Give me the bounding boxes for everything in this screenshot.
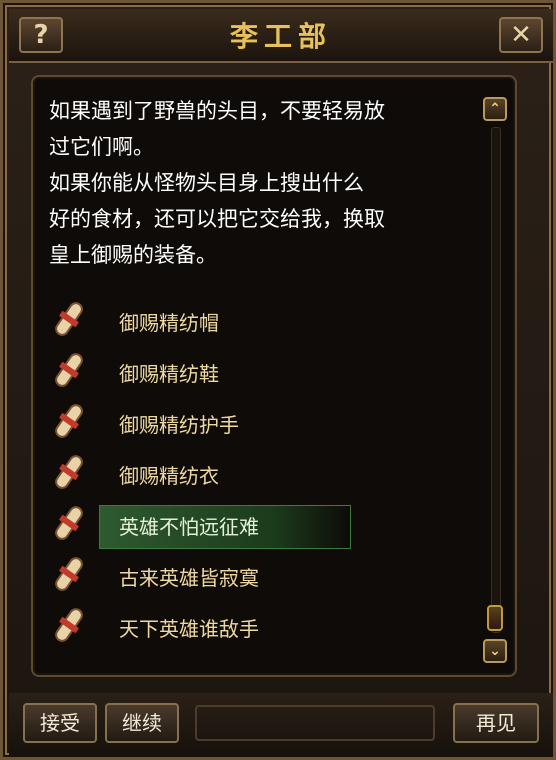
scroll-icon bbox=[55, 302, 83, 336]
scroll-icon bbox=[55, 455, 83, 489]
scroll-icon bbox=[55, 557, 83, 591]
quest-label: 御赐精纺衣 bbox=[119, 464, 219, 488]
quest-label: 御赐精纺帽 bbox=[119, 311, 219, 335]
continue-button[interactable]: 继续 bbox=[105, 703, 179, 743]
dialog-panel: 如果遇到了野兽的头目，不要轻易放 过它们啊。 如果你能从怪物头目身上搜出什么 好… bbox=[31, 75, 517, 677]
quest-item[interactable]: 御赐精纺护手 bbox=[49, 399, 469, 449]
scroll-icon bbox=[55, 506, 83, 540]
scroll-down-button[interactable]: ⌄ bbox=[483, 639, 507, 663]
quest-label: 古来英雄皆寂寞 bbox=[119, 566, 259, 590]
scroll-up-button[interactable]: ⌃ bbox=[483, 97, 507, 121]
title-bar[interactable]: ? 李工部 ✕ bbox=[9, 9, 553, 63]
npc-dialog-window: ? 李工部 ✕ 如果遇到了野兽的头目，不要轻易放 过它们啊。 如果你能从怪物头目… bbox=[0, 0, 556, 760]
quest-item[interactable]: 御赐精纺帽 bbox=[49, 297, 469, 347]
scroll-icon bbox=[55, 608, 83, 642]
chevron-up-icon: ⌃ bbox=[489, 101, 501, 117]
quest-list: 御赐精纺帽 御赐精纺鞋 御赐精纺护手 御赐精纺衣 英雄不怕远征难 古来英雄皆寂寞… bbox=[49, 297, 469, 654]
footer-divider bbox=[195, 705, 435, 741]
quest-label: 御赐精纺鞋 bbox=[119, 362, 219, 386]
quest-item-selected[interactable]: 英雄不怕远征难 bbox=[49, 501, 469, 551]
scroll-icon bbox=[55, 353, 83, 387]
quest-label: 英雄不怕远征难 bbox=[119, 515, 259, 539]
quest-label: 御赐精纺护手 bbox=[119, 413, 239, 437]
scroll-icon bbox=[55, 404, 83, 438]
scroll-track[interactable] bbox=[491, 127, 501, 633]
quest-item[interactable]: 天下英雄谁敌手 bbox=[49, 603, 469, 653]
scroll-thumb[interactable] bbox=[487, 605, 503, 631]
chevron-down-icon: ⌄ bbox=[489, 643, 501, 659]
quest-item[interactable]: 古来英雄皆寂寞 bbox=[49, 552, 469, 602]
npc-dialog-text: 如果遇到了野兽的头目，不要轻易放 过它们啊。 如果你能从怪物头目身上搜出什么 好… bbox=[49, 99, 385, 267]
close-button[interactable]: ✕ bbox=[499, 17, 543, 53]
quest-item[interactable]: 御赐精纺鞋 bbox=[49, 348, 469, 398]
scrollbar[interactable]: ⌃ ⌄ bbox=[483, 93, 509, 667]
accept-button[interactable]: 接受 bbox=[23, 703, 97, 743]
footer-bar: 接受 继续 再见 bbox=[9, 693, 553, 757]
window-title: 李工部 bbox=[229, 20, 332, 53]
goodbye-button[interactable]: 再见 bbox=[453, 703, 539, 743]
quest-label: 天下英雄谁敌手 bbox=[119, 617, 259, 641]
close-icon: ✕ bbox=[510, 20, 532, 50]
quest-item[interactable]: 御赐精纺衣 bbox=[49, 450, 469, 500]
